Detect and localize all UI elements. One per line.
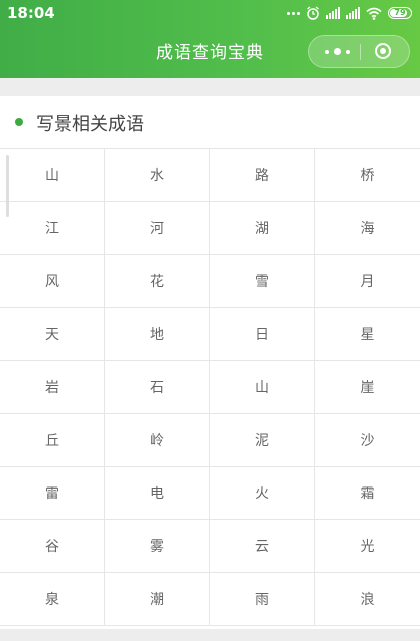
more-dots-icon — [287, 11, 300, 15]
character-cell[interactable]: 崖 — [315, 361, 420, 414]
character-cell[interactable]: 火 — [210, 467, 315, 520]
character-cell[interactable]: 雾 — [105, 520, 210, 573]
character-cell[interactable]: 风 — [0, 255, 105, 308]
section-title: 写景相关成语 — [36, 114, 144, 135]
character-cell[interactable]: 海 — [315, 202, 420, 255]
character-cell[interactable]: 泉 — [0, 573, 105, 626]
capsule-divider — [360, 44, 361, 60]
wifi-icon — [366, 7, 382, 20]
character-cell[interactable]: 天 — [0, 308, 105, 361]
character-cell[interactable]: 岩 — [0, 361, 105, 414]
character-cell[interactable]: 沙 — [315, 414, 420, 467]
character-cell[interactable]: 岭 — [105, 414, 210, 467]
character-cell[interactable]: 谷 — [0, 520, 105, 573]
character-cell[interactable]: 江 — [0, 202, 105, 255]
signal-icon — [346, 7, 360, 19]
character-cell[interactable]: 光 — [315, 520, 420, 573]
character-cell[interactable]: 电 — [105, 467, 210, 520]
scrollbar[interactable] — [6, 155, 9, 217]
character-cell[interactable]: 山 — [210, 361, 315, 414]
character-cell[interactable]: 日 — [210, 308, 315, 361]
more-icon[interactable] — [323, 46, 353, 58]
character-cell[interactable]: 浪 — [315, 573, 420, 626]
character-cell[interactable]: 路 — [210, 149, 315, 202]
character-cell[interactable]: 雪 — [210, 255, 315, 308]
character-cell[interactable]: 月 — [315, 255, 420, 308]
signal-icon — [326, 7, 340, 19]
character-cell[interactable]: 湖 — [210, 202, 315, 255]
section-header: 写景相关成语 — [0, 96, 420, 148]
character-cell[interactable]: 雨 — [210, 573, 315, 626]
character-cell[interactable]: 星 — [315, 308, 420, 361]
character-cell[interactable]: 花 — [105, 255, 210, 308]
battery-level: 79 — [394, 8, 406, 17]
character-cell[interactable]: 水 — [105, 149, 210, 202]
alarm-icon — [307, 6, 319, 20]
close-mini-program-icon[interactable] — [375, 43, 391, 59]
character-cell[interactable]: 雷 — [0, 467, 105, 520]
character-cell[interactable]: 地 — [105, 308, 210, 361]
character-cell[interactable]: 潮 — [105, 573, 210, 626]
character-cell[interactable]: 云 — [210, 520, 315, 573]
character-cell[interactable]: 霜 — [315, 467, 420, 520]
idiom-category-section: 写景相关成语 山水路桥江河湖海风花雪月天地日星岩石山崖丘岭泥沙雷电火霜谷雾云光泉… — [0, 96, 420, 629]
section-bullet-icon — [15, 118, 23, 126]
status-bar: 18:04 79 — [0, 0, 420, 26]
capsule-menu — [308, 35, 410, 68]
character-cell[interactable]: 泥 — [210, 414, 315, 467]
status-icons: 79 — [287, 5, 412, 21]
character-cell[interactable]: 山 — [0, 149, 105, 202]
top-bar: 18:04 79 成语查询宝典 — [0, 0, 420, 78]
character-grid: 山水路桥江河湖海风花雪月天地日星岩石山崖丘岭泥沙雷电火霜谷雾云光泉潮雨浪 — [0, 148, 420, 626]
status-time: 18:04 — [7, 4, 55, 22]
character-cell[interactable]: 桥 — [315, 149, 420, 202]
battery-icon: 79 — [388, 7, 412, 19]
character-cell[interactable]: 石 — [105, 361, 210, 414]
character-cell[interactable]: 河 — [105, 202, 210, 255]
character-cell[interactable]: 丘 — [0, 414, 105, 467]
